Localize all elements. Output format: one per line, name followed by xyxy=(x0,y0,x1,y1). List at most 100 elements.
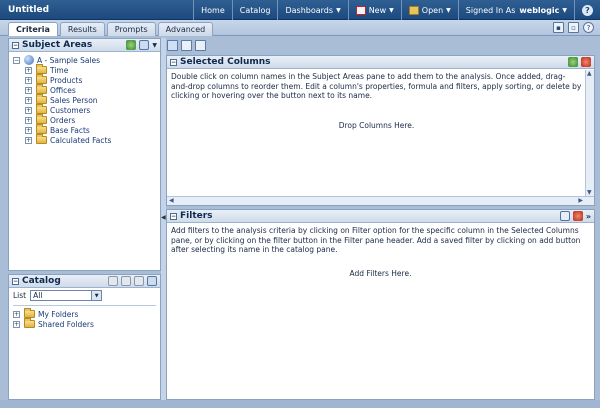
expand-icon[interactable]: + xyxy=(13,310,20,318)
folder-icon xyxy=(36,94,47,104)
chevron-down-icon: ▼ xyxy=(389,6,394,14)
catalog-title: Catalog xyxy=(22,276,61,286)
search-icon[interactable] xyxy=(108,276,118,286)
help-button[interactable]: ? xyxy=(574,0,600,20)
view-options-icon[interactable] xyxy=(147,276,157,286)
folder-icon xyxy=(36,64,47,74)
expand-icon[interactable]: + xyxy=(13,320,20,328)
folder-icon xyxy=(24,318,35,328)
subject-areas-header: − Subject Areas ▼ xyxy=(9,39,160,52)
tab-prompts[interactable]: Prompts xyxy=(106,22,156,36)
folder-open-icon xyxy=(408,5,419,15)
filters-title: Filters xyxy=(180,211,213,221)
scroll-left-icon[interactable]: ◀ xyxy=(169,197,174,204)
divider xyxy=(13,305,156,306)
chevron-down-icon: ▼ xyxy=(562,6,567,14)
dashboards-label: Dashboards xyxy=(285,5,334,15)
expand-icon[interactable]: + xyxy=(25,126,32,134)
expand-icon[interactable]: + xyxy=(25,116,32,124)
catalog-item-my-folders[interactable]: + My Folders xyxy=(13,308,160,319)
help-icon[interactable]: ? xyxy=(583,22,594,33)
expand-icon[interactable]: + xyxy=(25,86,32,94)
scroll-right-icon[interactable]: ▶ xyxy=(578,197,583,204)
subject-area-icon xyxy=(24,55,34,65)
edit-icon[interactable] xyxy=(134,276,144,286)
vertical-scrollbar[interactable]: ▲ ▼ xyxy=(585,70,594,196)
catalog-link[interactable]: Catalog xyxy=(231,0,278,20)
chevron-down-icon: ▼ xyxy=(336,6,341,14)
horizontal-scrollbar[interactable]: ◀ ▶ xyxy=(167,196,594,205)
list-label: List xyxy=(13,291,27,300)
tree-item-label: Sales Person xyxy=(50,95,98,105)
sort-icon[interactable] xyxy=(181,39,192,51)
subject-areas-title: Subject Areas xyxy=(22,40,93,50)
view-options-icon[interactable] xyxy=(139,40,150,50)
selected-columns-help-text: Double click on column names in the Subj… xyxy=(171,72,582,100)
filters-pane: − Filters » Add filters to the analysis … xyxy=(166,209,595,400)
editor-tab-bar: Criteria Results Prompts Advanced ▪ ▫ ? xyxy=(0,20,600,36)
add-filters-target[interactable]: Add Filters Here. xyxy=(171,269,590,279)
user-menu[interactable]: Signed In As weblogic ▼ xyxy=(457,0,574,20)
list-select-value: All xyxy=(33,291,43,300)
collapse-icon[interactable]: − xyxy=(170,58,177,66)
scroll-up-icon[interactable]: ▲ xyxy=(587,70,592,77)
catalog-tree: + My Folders + Shared Folders xyxy=(9,308,160,329)
tree-item-label: Base Facts xyxy=(50,125,90,135)
scroll-down-icon[interactable]: ▼ xyxy=(587,189,592,196)
new-menu[interactable]: New ▼ xyxy=(347,0,401,20)
collapse-icon[interactable]: − xyxy=(170,212,177,220)
chevron-down-icon[interactable]: ▼ xyxy=(152,42,157,49)
left-panel: − Subject Areas ▼ − A - Sample Sales + T… xyxy=(8,38,161,400)
open-menu[interactable]: Open ▼ xyxy=(400,0,458,20)
tree-item-label: Calculated Facts xyxy=(50,135,112,145)
expand-icon[interactable]: + xyxy=(25,76,32,84)
new-document-icon xyxy=(355,5,366,15)
folder-icon xyxy=(24,308,35,318)
collapse-icon[interactable]: − xyxy=(12,277,19,285)
expand-icon[interactable]: + xyxy=(25,96,32,104)
tab-results[interactable]: Results xyxy=(59,22,105,36)
remove-all-icon[interactable] xyxy=(581,57,591,67)
add-column-icon[interactable] xyxy=(568,57,578,67)
folder-icon xyxy=(36,74,47,84)
remove-filters-icon[interactable] xyxy=(572,211,583,221)
save-icon[interactable]: ▪ xyxy=(553,22,564,33)
dashboards-menu[interactable]: Dashboards ▼ xyxy=(277,0,347,20)
subject-areas-tree: − A - Sample Sales + Time + Products + O… xyxy=(9,52,160,145)
catalog-item-label: Shared Folders xyxy=(38,319,94,329)
open-label: Open xyxy=(421,5,444,15)
expand-icon[interactable]: + xyxy=(25,136,32,144)
catalog-item-label: My Folders xyxy=(38,309,79,319)
catalog-item-shared-folders[interactable]: + Shared Folders xyxy=(13,318,160,329)
list-select[interactable]: All ▼ xyxy=(30,290,103,301)
tree-item-label: Orders xyxy=(50,115,76,125)
tab-criteria[interactable]: Criteria xyxy=(8,22,58,36)
criteria-panel: − Selected Columns Double click on colum… xyxy=(166,38,595,400)
save-as-icon[interactable]: ▫ xyxy=(568,22,579,33)
collapse-icon[interactable]: − xyxy=(12,41,19,49)
drop-columns-target[interactable]: Drop Columns Here. xyxy=(171,121,582,131)
collapse-left-icon[interactable]: ◀ xyxy=(161,214,166,221)
filters-help-text: Add filters to the analysis criteria by … xyxy=(171,226,581,254)
criteria-toolbar xyxy=(166,38,595,52)
add-subject-area-icon[interactable] xyxy=(126,40,137,50)
document-title: Untitled xyxy=(8,5,50,15)
filter-icon[interactable] xyxy=(167,39,178,51)
subject-areas-pane: − Subject Areas ▼ − A - Sample Sales + T… xyxy=(8,38,161,271)
folder-icon xyxy=(36,114,47,124)
add-filter-icon[interactable] xyxy=(559,211,570,221)
folder-icon xyxy=(36,124,47,134)
expand-icon[interactable]: + xyxy=(25,66,32,74)
tree-item-calculated-facts[interactable]: + Calculated Facts xyxy=(13,134,160,145)
tab-advanced[interactable]: Advanced xyxy=(157,22,214,36)
chevron-down-icon: ▼ xyxy=(91,291,102,300)
collapse-icon[interactable]: − xyxy=(13,56,20,64)
home-link[interactable]: Home xyxy=(193,0,232,20)
column-properties-icon[interactable] xyxy=(195,39,206,51)
more-options-icon[interactable]: » xyxy=(586,212,591,221)
binoculars-icon[interactable] xyxy=(121,276,131,286)
expand-icon[interactable]: + xyxy=(25,106,32,114)
signed-in-label: Signed In As xyxy=(465,5,516,15)
chevron-down-icon: ▼ xyxy=(446,6,451,14)
user-name: weblogic xyxy=(519,5,560,15)
